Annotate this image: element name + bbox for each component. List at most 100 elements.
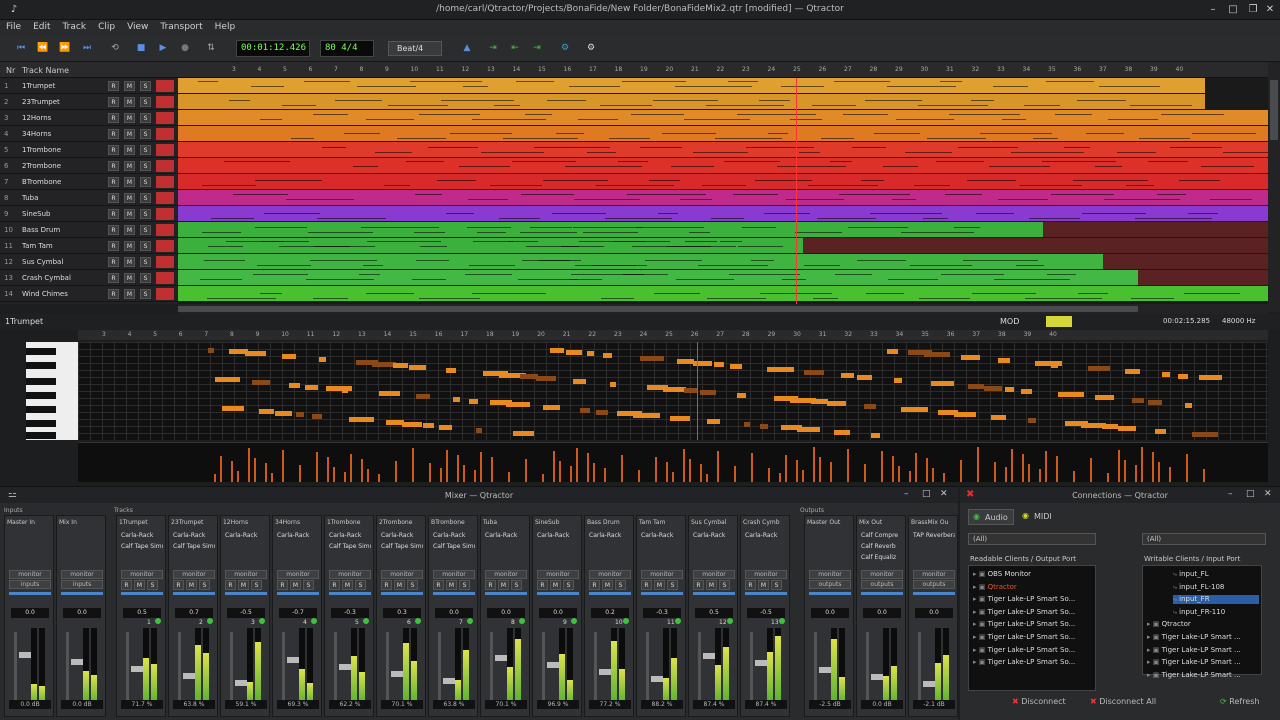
plugin-slot[interactable]: TAP Reverbera xyxy=(913,532,955,541)
midi-note[interactable] xyxy=(998,358,1010,363)
volume-fader[interactable] xyxy=(646,632,663,702)
velocity-bar[interactable] xyxy=(1141,447,1143,482)
midi-note[interactable] xyxy=(596,410,608,415)
fader-handle[interactable] xyxy=(235,680,247,686)
track-row[interactable]: 14 Wind Chimes R M S xyxy=(0,286,178,302)
velocity-bar[interactable] xyxy=(909,471,911,482)
record-button[interactable]: R xyxy=(693,580,704,590)
volume-fader[interactable] xyxy=(542,632,559,702)
pan-slider[interactable] xyxy=(121,592,163,595)
gain-value[interactable]: 0.7 xyxy=(175,608,213,618)
volume-fader[interactable] xyxy=(866,632,883,702)
monitor-button[interactable]: monitor xyxy=(329,570,371,579)
velocity-bar[interactable] xyxy=(1107,473,1109,482)
menu-edit[interactable]: Edit xyxy=(27,20,56,32)
midi-note[interactable] xyxy=(1155,429,1166,434)
midi-note[interactable] xyxy=(536,376,556,381)
readable-client[interactable]: ▸ ▣ OBS Monitor xyxy=(973,570,1031,578)
fader-handle[interactable] xyxy=(703,653,715,659)
strip-name[interactable]: Tuba xyxy=(483,519,529,529)
midi-note[interactable] xyxy=(670,416,690,421)
bus-button[interactable]: outputs xyxy=(861,580,903,589)
velocity-bar[interactable] xyxy=(864,464,866,482)
monitor-button[interactable]: monitor xyxy=(745,570,787,579)
midi-note[interactable] xyxy=(1095,395,1114,400)
midi-note[interactable] xyxy=(1088,366,1110,371)
punch-icon[interactable]: ⇅ xyxy=(204,41,218,55)
volume-fader[interactable] xyxy=(594,632,611,702)
solo-button[interactable]: S xyxy=(140,81,151,91)
fader-handle[interactable] xyxy=(819,667,831,673)
velocity-bar[interactable] xyxy=(542,474,544,482)
midi-note[interactable] xyxy=(416,394,430,399)
playhead[interactable] xyxy=(796,78,797,304)
pan-slider[interactable] xyxy=(433,592,475,595)
mute-button[interactable]: M xyxy=(342,580,353,590)
monitor-button[interactable]: monitor xyxy=(693,570,735,579)
midi-note[interactable] xyxy=(804,370,824,375)
writable-header[interactable]: Writable Clients / Input Port xyxy=(1144,555,1240,563)
vertical-scrollbar[interactable] xyxy=(1268,62,1280,312)
midi-note[interactable] xyxy=(356,360,378,365)
gain-value[interactable]: 0.0 xyxy=(63,608,101,618)
record-arm-button[interactable]: R xyxy=(108,97,119,107)
mute-button[interactable]: M xyxy=(394,580,405,590)
track-color-button[interactable] xyxy=(156,128,174,140)
midi-note[interactable] xyxy=(827,401,846,406)
readable-client[interactable]: ▸ ▣ Tiger Lake-LP Smart So... xyxy=(973,595,1075,603)
track-row[interactable]: 10 Bass Drum R M S xyxy=(0,222,178,238)
midi-note[interactable] xyxy=(834,430,850,435)
velocity-lane[interactable] xyxy=(78,442,1268,482)
velocity-bar[interactable] xyxy=(689,459,691,482)
midi-note[interactable] xyxy=(409,365,426,370)
play-icon[interactable]: ▶ xyxy=(156,41,170,55)
velocity-bar[interactable] xyxy=(463,465,465,482)
strip-name[interactable]: Mix In xyxy=(59,519,105,529)
filter-readable-select[interactable]: (All) xyxy=(968,533,1096,545)
track-row[interactable]: 8 Tuba R M S xyxy=(0,190,178,206)
midi-note[interactable] xyxy=(490,400,512,405)
midi-note[interactable] xyxy=(1148,400,1162,405)
mute-button[interactable]: M xyxy=(124,225,135,235)
velocity-bar[interactable] xyxy=(768,468,770,482)
midi-note[interactable] xyxy=(587,351,594,356)
track-color-button[interactable] xyxy=(156,160,174,172)
gain-value[interactable]: 0.0 xyxy=(11,608,49,618)
midi-note[interactable] xyxy=(1035,361,1062,366)
velocity-bar[interactable] xyxy=(706,474,708,482)
midi-note[interactable] xyxy=(730,364,742,369)
velocity-bar[interactable] xyxy=(570,466,572,482)
bus-button[interactable]: inputs xyxy=(61,580,103,589)
velocity-bar[interactable] xyxy=(779,473,781,482)
velocity-bar[interactable] xyxy=(683,449,685,482)
writable-port[interactable]: ▸ ▣ Qtractor xyxy=(1147,620,1191,628)
midi-note[interactable] xyxy=(252,380,270,385)
midi-note[interactable] xyxy=(1021,389,1032,394)
volume-fader[interactable] xyxy=(750,632,767,702)
velocity-bar[interactable] xyxy=(395,461,397,482)
clip[interactable] xyxy=(178,94,1205,109)
midi-note[interactable] xyxy=(305,385,318,390)
conn-close-icon[interactable]: ✕ xyxy=(1264,489,1272,499)
velocity-bar[interactable] xyxy=(254,458,256,482)
track-color-button[interactable] xyxy=(156,224,174,236)
plugin-slot[interactable]: Calf Tape Simu xyxy=(173,543,215,552)
track-color-button[interactable] xyxy=(156,192,174,204)
track-color-button[interactable] xyxy=(156,80,174,92)
gain-value[interactable]: -0.3 xyxy=(643,608,681,618)
solo-button[interactable]: S xyxy=(563,580,574,590)
writable-list[interactable]: ⤷ input_FL ⤷ input_FL-108 ⤷ input_FR ⤷ inpu… xyxy=(1142,565,1262,679)
velocity-bar[interactable] xyxy=(881,451,883,482)
midi-note[interactable] xyxy=(1005,387,1014,392)
velocity-bar[interactable] xyxy=(440,468,442,482)
close-icon[interactable]: ✕ xyxy=(1264,4,1276,16)
clip[interactable] xyxy=(178,238,803,253)
midi-note[interactable] xyxy=(520,374,538,379)
strip-name[interactable]: 23Trumpet xyxy=(171,519,217,529)
readable-list[interactable]: ▸ ▣ OBS Monitor ▸ ▣ Qtractor ▸ ▣ Tiger Lak… xyxy=(968,565,1096,691)
solo-button[interactable]: S xyxy=(140,129,151,139)
track-row[interactable]: 12 Sus Cymbal R M S xyxy=(0,254,178,270)
plugin-slot[interactable]: Calf Tape Simu xyxy=(121,543,163,552)
track-name[interactable]: 34Horns xyxy=(22,130,51,138)
volume-fader[interactable] xyxy=(814,632,831,702)
